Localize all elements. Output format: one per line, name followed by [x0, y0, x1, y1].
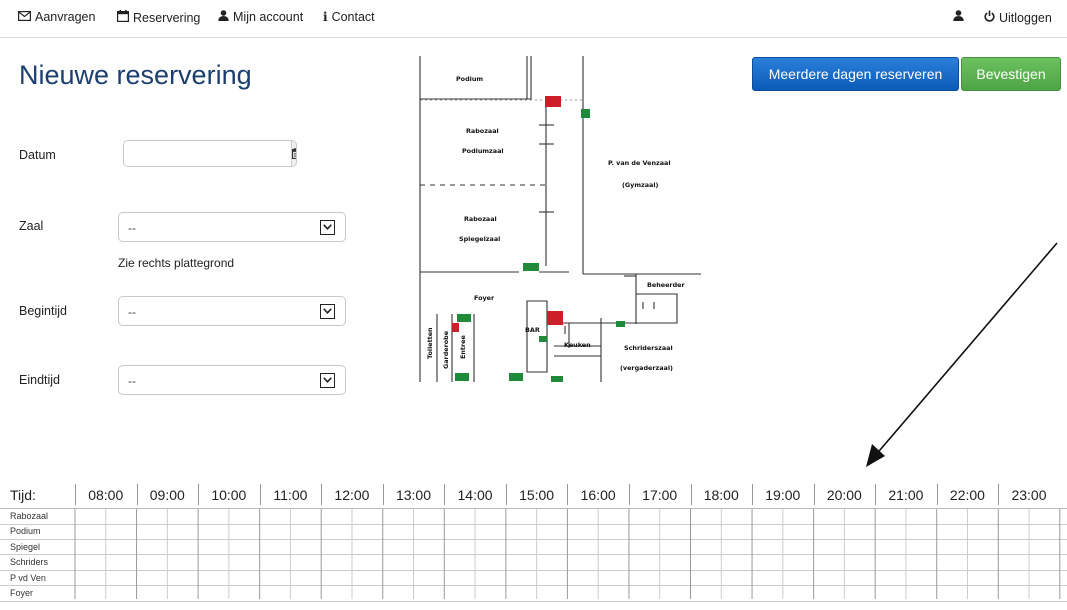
datum-input[interactable]: [124, 141, 291, 166]
hour-header: 16:00: [580, 487, 616, 503]
power-icon: [984, 10, 995, 25]
begintijd-select-value: --: [128, 305, 136, 319]
chevron-down-icon: [320, 219, 335, 235]
bevestigen-button[interactable]: Bevestigen: [961, 57, 1061, 91]
chevron-down-icon: [320, 303, 335, 319]
room-label: Foyer: [10, 588, 34, 598]
hour-header: 22:00: [949, 487, 985, 503]
nav-aanvragen[interactable]: Aanvragen: [18, 10, 95, 24]
hour-header: 10:00: [211, 487, 247, 503]
plan-label-spiegelzaal: Spiegelzaal: [459, 235, 500, 243]
datum-label: Datum: [19, 148, 56, 162]
hour-header: 23:00: [1011, 487, 1047, 503]
floor-plan: Podium Rabozaal Podiumzaal P. van de Ven…: [419, 56, 701, 382]
nav-reservering[interactable]: Reservering: [117, 10, 200, 25]
zaal-select-value: --: [128, 221, 136, 235]
timetable-row[interactable]: Rabozaal: [0, 509, 1067, 525]
room-label: Rabozaal: [10, 511, 49, 521]
plan-label-bar: BAR: [525, 326, 540, 334]
timetable-header: Tijd: 08:00 09:00 10:00 11:00 12:00 13:00 14:0…: [0, 481, 1067, 509]
room-label: Schriders: [10, 557, 49, 568]
begintijd-label: Begintijd: [19, 304, 67, 318]
room-label: Podium: [10, 526, 41, 537]
hour-header: 08:00: [88, 487, 124, 503]
plan-label-venzaal: P. van de Venzaal: [608, 159, 671, 167]
nav-aanvragen-label: Aanvragen: [35, 10, 96, 24]
plan-label-vergaderzaal: (vergaderzaal): [620, 364, 673, 372]
hour-header: 18:00: [703, 487, 739, 503]
top-navbar: Aanvragen Reservering Mijn account i Con…: [0, 0, 1067, 38]
datum-field[interactable]: [123, 140, 297, 167]
plan-label-entree: Entree: [459, 335, 467, 359]
timetable-row[interactable]: Podium: [0, 524, 1067, 541]
hour-header: 20:00: [826, 487, 862, 503]
plan-label-podium: Podium: [456, 75, 483, 83]
info-icon: i: [323, 10, 328, 24]
hour-header: 15:00: [519, 487, 555, 503]
hour-header: 12:00: [334, 487, 370, 503]
calendar-icon: [117, 10, 130, 25]
nav-reservering-label: Reservering: [133, 10, 201, 25]
plan-label-foyer: Foyer: [474, 294, 495, 302]
logout-link[interactable]: Uitloggen: [984, 10, 1052, 25]
hour-header: 11:00: [273, 487, 308, 503]
room-label: P vd Ven: [10, 572, 46, 583]
timetable-row[interactable]: P vd Ven: [0, 571, 1067, 587]
nav-mijn-account[interactable]: Mijn account: [218, 10, 303, 24]
logout-label: Uitloggen: [999, 10, 1052, 25]
meerdere-dagen-button[interactable]: Meerdere dagen reserveren: [752, 57, 959, 91]
user-icon: [218, 10, 229, 24]
nav-contact-label: Contact: [331, 10, 375, 24]
plan-label-keuken: Keuken: [564, 341, 591, 349]
hour-header: 14:00: [457, 487, 493, 503]
zaal-select[interactable]: --: [118, 212, 346, 242]
timetable-label: Tijd:: [10, 487, 36, 503]
plan-label-rabozaal-2: Rabozaal: [464, 215, 497, 223]
hour-header: 09:00: [149, 487, 185, 503]
timetable-row[interactable]: Foyer: [0, 586, 1067, 602]
eindtijd-select-value: --: [128, 374, 136, 388]
plan-label-toiletten: Toiletten: [426, 327, 434, 359]
plan-label-rabozaal: Rabozaal: [466, 127, 499, 135]
nav-user-button[interactable]: [953, 10, 964, 24]
pointer-arrow: [866, 242, 1058, 467]
nav-mijn-account-label: Mijn account: [233, 10, 304, 24]
plan-label-beheerder: Beheerder: [647, 281, 685, 289]
chevron-down-icon: [320, 372, 335, 388]
hour-header: 21:00: [888, 487, 924, 503]
begintijd-select[interactable]: --: [118, 296, 346, 326]
eindtijd-label: Eindtijd: [19, 373, 60, 387]
hour-header: 13:00: [395, 487, 432, 503]
timetable-row[interactable]: Schriders: [0, 555, 1067, 571]
plan-label-schriderszaal: Schriderszaal: [624, 344, 673, 352]
user-icon: [953, 10, 964, 24]
timetable-row[interactable]: Spiegel: [0, 540, 1067, 556]
plan-label-podiumzaal: Podiumzaal: [462, 147, 504, 155]
plan-label-garderobe: Garderobe: [442, 330, 450, 369]
plan-label-gymzaal: (Gymzaal): [622, 181, 659, 189]
calendar-icon[interactable]: [291, 141, 296, 166]
room-label: Spiegel: [10, 541, 41, 552]
envelope-icon: [18, 10, 32, 24]
page-title: Nieuwe reservering: [19, 60, 252, 90]
zaal-label: Zaal: [19, 219, 44, 233]
zaal-hint: Zie rechts plattegrond: [118, 256, 235, 270]
hour-header: 17:00: [642, 487, 678, 503]
nav-contact[interactable]: i Contact: [323, 10, 375, 24]
eindtijd-select[interactable]: --: [118, 365, 346, 395]
hour-header: 19:00: [765, 487, 801, 503]
